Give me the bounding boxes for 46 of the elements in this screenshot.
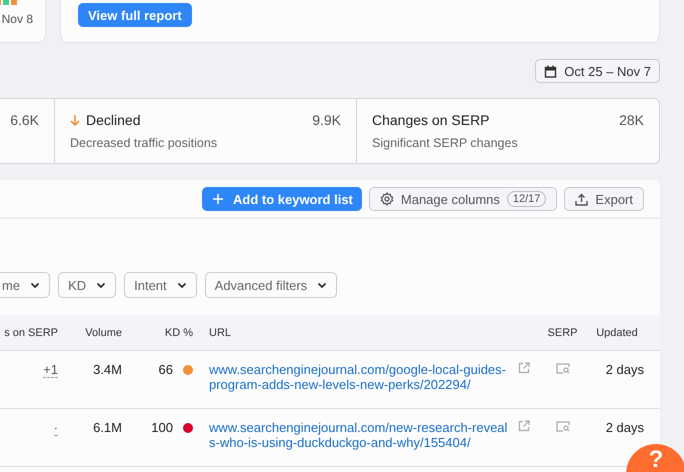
volume-cell: 3.4M bbox=[93, 362, 122, 377]
chevron-down-icon bbox=[96, 282, 106, 288]
stat-value: 6.6K bbox=[10, 112, 39, 128]
updated-cell: 2 days bbox=[606, 362, 644, 377]
calendar-icon bbox=[544, 64, 558, 78]
serp-change-value: · bbox=[54, 420, 58, 436]
filter-dropdown[interactable]: Advanced filters bbox=[204, 272, 338, 298]
column-header: KD % bbox=[164, 326, 193, 338]
stat-value: 28K bbox=[619, 112, 644, 128]
filter-dropdown[interactable]: KD bbox=[58, 272, 116, 298]
url-link[interactable]: www.searchenginejournal.com/google-local-guides-program-adds-new-levels-new-perks/202294/ bbox=[209, 362, 512, 392]
settings-icon bbox=[380, 192, 394, 206]
column-count-badge: 12/17 bbox=[506, 191, 546, 207]
column-header: URL bbox=[208, 326, 232, 338]
view-report-button[interactable]: View full report bbox=[78, 3, 192, 27]
external-link-icon[interactable] bbox=[518, 420, 530, 432]
column-header: SERP bbox=[548, 326, 578, 338]
stat-title: Declined bbox=[86, 112, 140, 128]
chevron-down-icon bbox=[317, 282, 328, 288]
url-link[interactable]: www.searchenginejournal.com/new-research-reveals-who-is-using-duckduckgo-and-why/155404/ bbox=[209, 420, 512, 450]
external-link-icon[interactable] bbox=[518, 362, 530, 374]
chart-date-label: Nov 8 bbox=[2, 12, 33, 26]
filter-dropdown[interactable]: me bbox=[0, 272, 50, 298]
kd-value: 100 bbox=[151, 420, 173, 435]
stat-title: Changes on SERP bbox=[372, 112, 490, 128]
serp-preview-icon[interactable] bbox=[556, 363, 570, 374]
serp-preview-icon[interactable] bbox=[556, 421, 570, 432]
volume-cell: 6.1M bbox=[93, 420, 122, 435]
filter-dropdown[interactable]: Intent bbox=[124, 272, 197, 298]
stat-description: Decreased traffic positions bbox=[70, 136, 218, 150]
plus-icon bbox=[212, 194, 223, 204]
add-to-list-button[interactable]: Add to keyword list bbox=[202, 187, 362, 211]
manage-columns-button[interactable]: Manage columns 12/17 bbox=[368, 187, 558, 211]
column-header: Updated bbox=[596, 326, 638, 338]
stat-value: 9.9K bbox=[312, 112, 341, 128]
stat-description: Significant SERP changes bbox=[372, 136, 519, 150]
chevron-down-icon bbox=[30, 282, 40, 288]
export-button[interactable]: Export bbox=[564, 187, 644, 211]
updated-cell: 2 days bbox=[606, 420, 644, 435]
date-range-button[interactable]: Oct 25 – Nov 7 bbox=[535, 59, 660, 83]
chevron-down-icon bbox=[176, 282, 187, 288]
upload-icon bbox=[575, 192, 588, 206]
column-header: s on SERP bbox=[4, 326, 58, 338]
kd-value: 66 bbox=[158, 362, 173, 377]
serp-change-value: +1 bbox=[43, 362, 58, 378]
column-header: Volume bbox=[85, 326, 122, 338]
